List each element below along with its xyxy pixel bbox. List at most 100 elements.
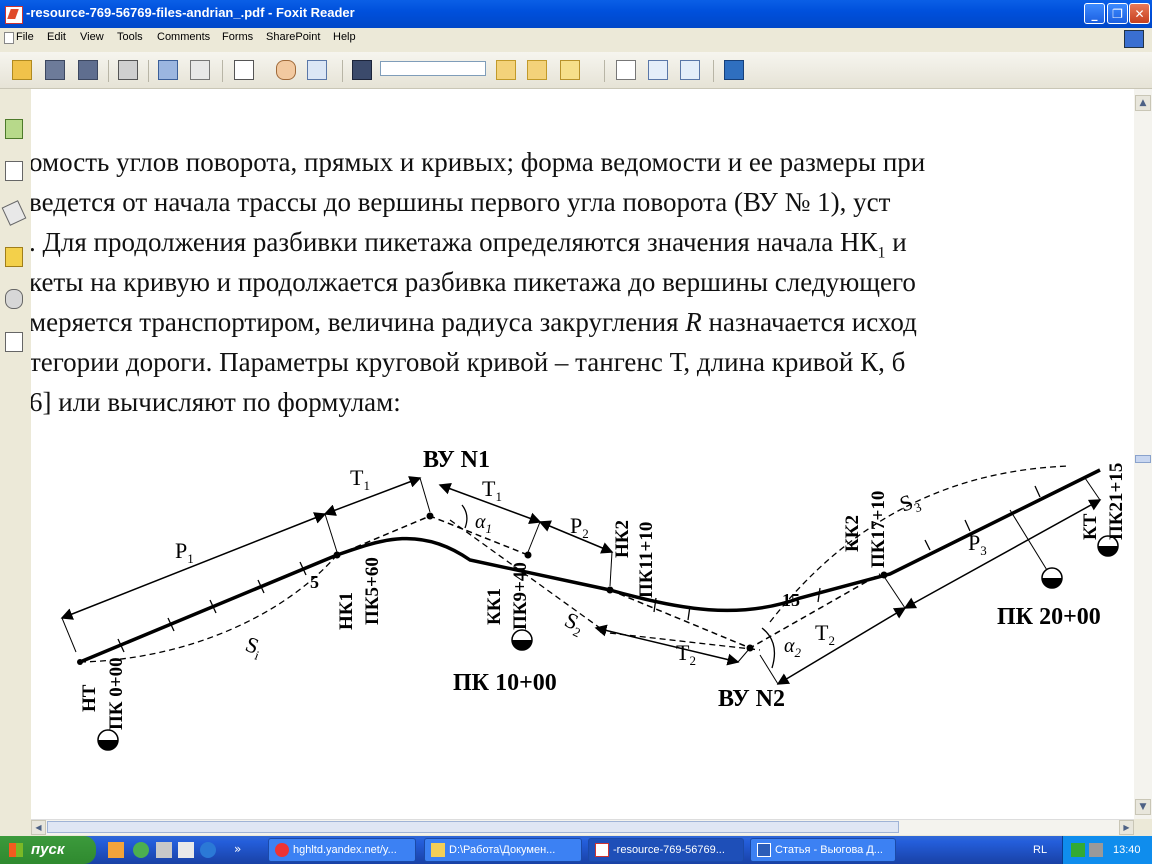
dim-p1 <box>60 512 327 620</box>
document-menu-icon[interactable] <box>4 32 14 44</box>
next-icon[interactable] <box>527 60 547 80</box>
select-text-icon[interactable] <box>307 60 327 80</box>
close-button[interactable]: ✕ <box>1129 3 1150 24</box>
si-label: Si <box>241 631 266 663</box>
bookmarks-icon[interactable] <box>5 119 23 139</box>
task-browser[interactable]: hghltd.yandex.net/y... <box>268 838 416 862</box>
start-button[interactable]: пуск <box>0 836 96 864</box>
word-icon <box>757 843 771 857</box>
menu-view[interactable]: View <box>80 31 104 43</box>
scroll-up-icon[interactable]: ▲ <box>1135 95 1151 111</box>
t2-label: T2 <box>676 640 696 668</box>
scroll-left-icon[interactable]: ◀ <box>31 820 46 835</box>
dim-t1-left <box>323 476 422 516</box>
signatures-icon[interactable] <box>5 332 23 352</box>
menu-edit[interactable]: Edit <box>47 31 66 43</box>
text-line: 6] или вычисляют по формулам: <box>31 387 401 417</box>
start-label: пуск <box>31 841 65 858</box>
print-icon[interactable] <box>118 60 138 80</box>
text-line-tail: назначается исход <box>701 307 917 337</box>
foxit-app-icon[interactable] <box>5 6 23 24</box>
text-line-main: меряется транспортиром, величина радиуса… <box>31 307 679 337</box>
menu-bar: File Edit View Tools Comments Forms Shar… <box>0 28 1152 48</box>
quicklaunch-icon[interactable] <box>178 842 194 858</box>
menu-help[interactable]: Help <box>333 31 356 43</box>
save-as-icon[interactable] <box>78 60 98 80</box>
maximize-button[interactable]: ❐ <box>1107 3 1128 24</box>
scroll-down-icon[interactable]: ▼ <box>1135 799 1151 815</box>
rotate-icon[interactable] <box>648 60 668 80</box>
p2-label: P2 <box>570 513 589 541</box>
menu-sharepoint[interactable]: SharePoint <box>266 31 320 43</box>
text-line: ведется от начала трассы до вершины перв… <box>31 187 891 217</box>
menu-forms[interactable]: Forms <box>222 31 253 43</box>
pk5-label: ПК5+60 <box>362 557 383 625</box>
document-view[interactable]: омость углов поворота, прямых и кривых; … <box>31 89 1134 819</box>
toolbar-separator <box>148 60 149 82</box>
yandex-icon <box>275 843 289 857</box>
typewriter-icon[interactable] <box>724 60 744 80</box>
text-line: . Для продолжения разбивки пикетажа опре… <box>31 227 907 262</box>
comments-icon[interactable] <box>5 247 23 267</box>
folder-icon <box>431 843 445 857</box>
pk10-label: ПК 10+00 <box>453 670 557 696</box>
pk21-label: ПК21+15 <box>1106 463 1127 540</box>
tick-5-label: 5 <box>310 572 319 592</box>
restore-document-icon[interactable] <box>1124 30 1144 48</box>
toolbar-separator <box>342 60 343 82</box>
screen-icon[interactable] <box>158 60 178 80</box>
find-input[interactable] <box>380 61 486 76</box>
task-word[interactable]: Статья - Вьюгова Д... <box>750 838 896 862</box>
prev-icon[interactable] <box>496 60 516 80</box>
text-line: омость углов поворота, прямых и кривых; … <box>31 147 926 177</box>
toolbar-separator <box>604 60 605 82</box>
page-icon[interactable] <box>234 60 254 80</box>
t2-label: T2 <box>815 620 835 648</box>
hand-icon[interactable] <box>276 60 296 80</box>
task-label: Статья - Вьюгова Д... <box>775 844 883 856</box>
snapshot-icon[interactable] <box>190 60 210 80</box>
layers-icon[interactable] <box>1 200 27 226</box>
menu-comments[interactable]: Comments <box>157 31 210 43</box>
scroll-right-icon[interactable]: ▶ <box>1119 820 1134 835</box>
s2-label: S2 <box>560 607 589 640</box>
language-indicator[interactable]: RL <box>1033 844 1047 856</box>
attachments-icon[interactable] <box>5 289 23 309</box>
show-more-icon[interactable]: » <box>234 842 250 858</box>
save-icon[interactable] <box>45 60 65 80</box>
foxit-icon <box>595 843 609 857</box>
open-icon[interactable] <box>12 60 32 80</box>
pk20-label: ПК 20+00 <box>997 604 1101 630</box>
find-icon[interactable] <box>352 60 372 80</box>
offset-dashed <box>769 465 1071 623</box>
title-bar: -resource-769-56769-files-andrian_.pdf -… <box>0 0 1152 28</box>
nk1-label: НК1 <box>336 592 357 630</box>
quicklaunch-icon[interactable] <box>156 842 172 858</box>
volume-icon[interactable] <box>1089 843 1103 857</box>
zoom-icon[interactable] <box>616 60 636 80</box>
horizontal-scrollbar[interactable]: ◀ ▶ <box>31 819 1134 835</box>
task-foxit[interactable]: -resource-769-56769... <box>588 838 744 862</box>
task-folder[interactable]: D:\Работа\Докумен... <box>424 838 582 862</box>
quicklaunch-icon[interactable] <box>133 842 149 858</box>
pk17-label: ПК17+10 <box>868 491 889 568</box>
horizontal-scroll-thumb[interactable] <box>47 821 899 833</box>
minimize-button[interactable]: _ <box>1084 3 1105 24</box>
vertical-scrollbar[interactable]: ▲ ▼ <box>1134 89 1152 819</box>
ie-icon[interactable] <box>200 842 216 858</box>
pk9-label: ПК9+40 <box>510 562 531 630</box>
nt-label: НТ <box>79 684 100 712</box>
system-tray: 13:40 <box>1062 836 1152 864</box>
highlight-icon[interactable] <box>560 60 580 80</box>
vu2-label: ВУ N2 <box>718 686 785 712</box>
text-line: кеты на кривую и продолжается разбивка п… <box>31 267 916 297</box>
menu-tools[interactable]: Tools <box>117 31 143 43</box>
fit-icon[interactable] <box>680 60 700 80</box>
clock[interactable]: 13:40 <box>1113 844 1141 856</box>
menu-file[interactable]: File <box>16 31 34 43</box>
vertical-scroll-thumb[interactable] <box>1135 455 1151 463</box>
tray-icon[interactable] <box>1071 843 1085 857</box>
pages-icon[interactable] <box>5 161 23 181</box>
navigation-panel <box>0 89 32 819</box>
quicklaunch-icon[interactable] <box>108 842 124 858</box>
